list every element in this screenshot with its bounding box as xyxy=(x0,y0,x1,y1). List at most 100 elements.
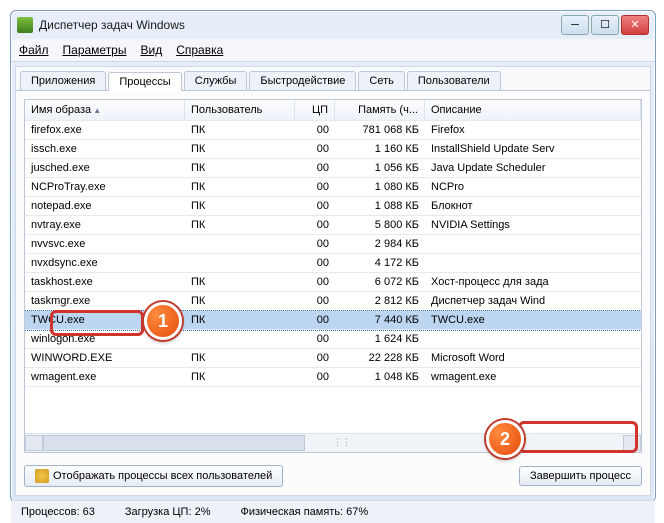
cell-name: wmagent.exe xyxy=(25,367,185,387)
col-cpu[interactable]: ЦП xyxy=(295,100,335,120)
cell-cpu: 00 xyxy=(295,139,335,159)
cell-mem: 1 048 КБ xyxy=(335,367,425,387)
tab-2[interactable]: Службы xyxy=(184,71,248,90)
uac-shield-icon xyxy=(35,469,49,483)
menu-view[interactable]: Вид xyxy=(140,43,162,57)
cell-name: nvvsvc.exe xyxy=(25,234,185,254)
annotation-marker-2: 2 xyxy=(486,420,524,458)
cell-mem: 7 440 КБ xyxy=(335,310,425,330)
cell-cpu: 00 xyxy=(295,367,335,387)
menu-options[interactable]: Параметры xyxy=(63,43,127,57)
minimize-button[interactable]: ─ xyxy=(561,15,589,35)
cell-mem: 781 068 КБ xyxy=(335,121,425,140)
cell-desc: NCPro xyxy=(425,177,641,197)
cell-user xyxy=(185,240,295,248)
table-row[interactable]: issch.exeПК001 160 КБInstallShield Updat… xyxy=(25,140,641,159)
cell-name: taskhost.exe xyxy=(25,272,185,292)
table-row[interactable]: taskmgr.exeПК002 812 КБДиспетчер задач W… xyxy=(25,292,641,311)
cell-cpu: 00 xyxy=(295,253,335,273)
cell-user: ПК xyxy=(185,367,295,387)
table-row[interactable]: jusched.exeПК001 056 КБJava Update Sched… xyxy=(25,159,641,178)
cell-user xyxy=(185,335,295,343)
cell-cpu: 00 xyxy=(295,329,335,349)
menu-file[interactable]: Файл xyxy=(19,43,49,57)
statusbar: Процессов: 63 Загрузка ЦП: 2% Физическая… xyxy=(11,500,655,523)
process-table: Имя образа▲ Пользователь ЦП Память (ч...… xyxy=(24,99,642,453)
cell-desc: Хост-процесс для зада xyxy=(425,272,641,292)
cell-cpu: 00 xyxy=(295,234,335,254)
scrollbar-thumb[interactable] xyxy=(43,435,305,451)
cell-mem: 4 172 КБ xyxy=(335,253,425,273)
task-manager-window: Диспетчер задач Windows ─ ☐ ✕ Файл Парам… xyxy=(10,10,656,502)
cell-mem: 1 624 КБ xyxy=(335,329,425,349)
show-all-users-label: Отображать процессы всех пользователей xyxy=(53,470,272,482)
cell-name: jusched.exe xyxy=(25,158,185,178)
col-memory[interactable]: Память (ч... xyxy=(335,100,425,120)
table-row[interactable]: firefox.exeПК00781 068 КБFirefox xyxy=(25,121,641,140)
cell-name: nvxdsync.exe xyxy=(25,253,185,273)
cell-desc xyxy=(425,240,641,248)
status-memory: Физическая память: 67% xyxy=(240,506,368,518)
tab-4[interactable]: Сеть xyxy=(358,71,404,90)
cell-desc: Firefox xyxy=(425,121,641,140)
col-user[interactable]: Пользователь xyxy=(185,100,295,120)
cell-cpu: 00 xyxy=(295,310,335,330)
cell-name: nvtray.exe xyxy=(25,215,185,235)
close-button[interactable]: ✕ xyxy=(621,15,649,35)
cell-desc: TWCU.exe xyxy=(425,310,641,330)
table-row[interactable]: nvtray.exeПК005 800 КБNVIDIA Settings xyxy=(25,216,641,235)
table-row[interactable]: nvvsvc.exe 002 984 КБ xyxy=(25,235,641,254)
table-row[interactable]: TWCU.exeПК007 440 КБTWCU.exe xyxy=(25,311,641,330)
cell-name: NCProTray.exe xyxy=(25,177,185,197)
cell-mem: 1 160 КБ xyxy=(335,139,425,159)
sort-asc-icon: ▲ xyxy=(93,106,101,115)
cell-user: ПК xyxy=(185,348,295,368)
cell-name: issch.exe xyxy=(25,139,185,159)
status-cpu-load: Загрузка ЦП: 2% xyxy=(125,506,211,518)
table-row[interactable]: notepad.exeПК001 088 КББлокнот xyxy=(25,197,641,216)
cell-desc: wmagent.exe xyxy=(425,367,641,387)
cell-user: ПК xyxy=(185,291,295,311)
cell-cpu: 00 xyxy=(295,196,335,216)
show-all-users-button[interactable]: Отображать процессы всех пользователей xyxy=(24,465,283,487)
tab-1[interactable]: Процессы xyxy=(108,72,181,91)
horizontal-scrollbar[interactable]: ⋮⋮ xyxy=(25,433,641,452)
col-image-name[interactable]: Имя образа▲ xyxy=(25,100,185,120)
cell-mem: 6 072 КБ xyxy=(335,272,425,292)
table-row[interactable]: wmagent.exeПК001 048 КБwmagent.exe xyxy=(25,368,641,387)
cell-cpu: 00 xyxy=(295,158,335,178)
cell-cpu: 00 xyxy=(295,215,335,235)
cell-desc: Диспетчер задач Wind xyxy=(425,291,641,311)
tab-3[interactable]: Быстродействие xyxy=(249,71,356,90)
titlebar[interactable]: Диспетчер задач Windows ─ ☐ ✕ xyxy=(11,11,655,39)
scrollbar-grip-icon: ⋮⋮ xyxy=(333,437,341,445)
cell-mem: 2 812 КБ xyxy=(335,291,425,311)
cell-desc: Java Update Scheduler xyxy=(425,158,641,178)
table-row[interactable]: taskhost.exeПК006 072 КБХост-процесс для… xyxy=(25,273,641,292)
col-description[interactable]: Описание xyxy=(425,100,641,120)
table-row[interactable]: nvxdsync.exe 004 172 КБ xyxy=(25,254,641,273)
menubar: Файл Параметры Вид Справка xyxy=(11,39,655,62)
tab-0[interactable]: Приложения xyxy=(20,71,106,90)
cell-cpu: 00 xyxy=(295,291,335,311)
cell-desc xyxy=(425,335,641,343)
maximize-button[interactable]: ☐ xyxy=(591,15,619,35)
tab-5[interactable]: Пользователи xyxy=(407,71,501,90)
cell-cpu: 00 xyxy=(295,272,335,292)
cell-desc: Блокнот xyxy=(425,196,641,216)
table-row[interactable]: NCProTray.exeПК001 080 КБNCPro xyxy=(25,178,641,197)
cell-user: ПК xyxy=(185,139,295,159)
cell-mem: 2 984 КБ xyxy=(335,234,425,254)
end-process-button[interactable]: Завершить процесс xyxy=(519,466,642,486)
cell-user: ПК xyxy=(185,158,295,178)
menu-help[interactable]: Справка xyxy=(176,43,223,57)
table-row[interactable]: winlogon.exe001 624 КБ xyxy=(25,330,641,349)
cell-user: ПК xyxy=(185,121,295,140)
cell-name: WINWORD.EXE xyxy=(25,348,185,368)
cell-user: ПК xyxy=(185,215,295,235)
cell-mem: 1 056 КБ xyxy=(335,158,425,178)
tab-strip: ПриложенияПроцессыСлужбыБыстродействиеСе… xyxy=(16,67,650,91)
table-row[interactable]: WINWORD.EXEПК0022 228 КБMicrosoft Word xyxy=(25,349,641,368)
cell-user: ПК xyxy=(185,177,295,197)
cell-mem: 1 088 КБ xyxy=(335,196,425,216)
